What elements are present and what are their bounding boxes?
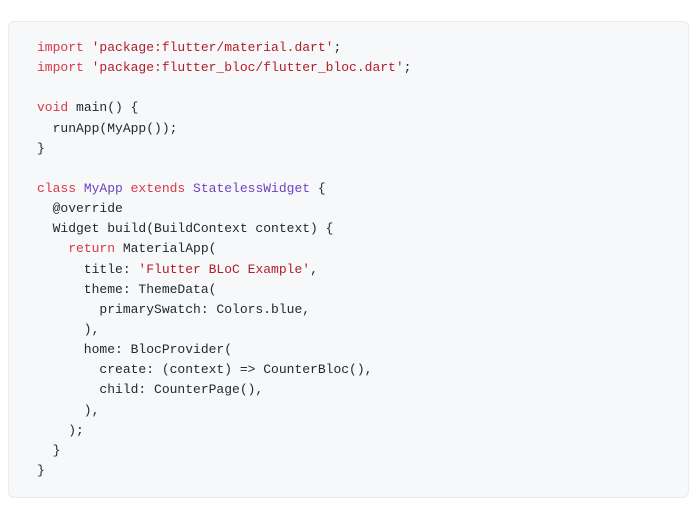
token-ident: ;	[404, 60, 412, 75]
token-ident: child: CounterPage(),	[37, 382, 263, 397]
token-ident: runApp(MyApp());	[37, 121, 177, 136]
token-anno: @override	[37, 201, 123, 216]
token-type: StatelessWidget	[193, 181, 318, 196]
token-ident: ),	[37, 403, 99, 418]
token-ident: main() {	[76, 100, 138, 115]
token-ident: title:	[37, 262, 138, 277]
token-type: MyApp	[84, 181, 131, 196]
token-ident: ,	[310, 262, 318, 277]
token-ident: theme: ThemeData(	[37, 282, 216, 297]
code-block: import 'package:flutter/material.dart'; …	[8, 21, 689, 498]
token-kw: return	[68, 241, 123, 256]
token-kw: import	[37, 40, 92, 55]
token-ident: ;	[333, 40, 341, 55]
token-ident: home: BlocProvider(	[37, 342, 232, 357]
token-str: 'Flutter BLoC Example'	[138, 262, 310, 277]
token-ident: }	[37, 463, 45, 478]
token-kw: class	[37, 181, 84, 196]
token-ident: ),	[37, 322, 99, 337]
token-ident: MaterialApp(	[123, 241, 217, 256]
token-ident: primarySwatch: Colors.blue,	[37, 302, 310, 317]
token-ident: Widget build(BuildContext context) {	[37, 221, 333, 236]
token-kw: void	[37, 100, 76, 115]
token-kw: import	[37, 60, 92, 75]
token-ident: );	[37, 423, 84, 438]
code-content: import 'package:flutter/material.dart'; …	[37, 40, 411, 478]
token-ident: }	[37, 141, 45, 156]
token-kw: extends	[131, 181, 193, 196]
token-ident: create: (context) => CounterBloc(),	[37, 362, 372, 377]
token-str: 'package:flutter_bloc/flutter_bloc.dart'	[92, 60, 404, 75]
token-ident: }	[37, 443, 60, 458]
token-ident	[37, 241, 68, 256]
token-ident: {	[318, 181, 326, 196]
token-str: 'package:flutter/material.dart'	[92, 40, 334, 55]
